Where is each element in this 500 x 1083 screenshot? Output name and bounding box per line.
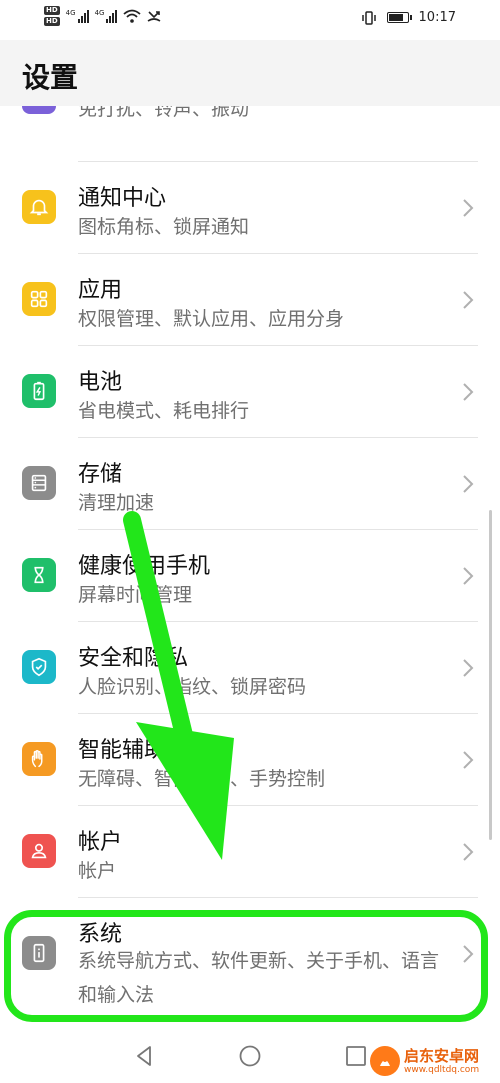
network-label-1: 4G bbox=[65, 9, 76, 17]
signal-icon-2: 4G bbox=[95, 9, 118, 23]
settings-item-subtitle: 人脸识别、指纹、锁屏密码 bbox=[78, 676, 307, 698]
person-icon bbox=[22, 834, 56, 868]
watermark-logo-icon bbox=[370, 1046, 400, 1076]
battery-icon bbox=[22, 374, 56, 408]
hand-icon bbox=[22, 742, 56, 776]
hourglass-icon bbox=[22, 558, 56, 592]
settings-item-subtitle: 免打扰、铃声、振动 bbox=[78, 106, 250, 120]
watermark-title: 启东安卓网 bbox=[404, 1047, 480, 1065]
battery-icon bbox=[386, 12, 412, 23]
watermark: 启东安卓网 www.qdltdq.com bbox=[370, 1044, 496, 1080]
settings-item-subtitle: 清理加速 bbox=[78, 492, 155, 514]
device-status: 10:17 bbox=[361, 10, 456, 25]
settings-item-subtitle: 省电模式、耗电排行 bbox=[78, 400, 250, 422]
settings-item-1[interactable]: 通知中心图标角标、锁屏通知 bbox=[0, 162, 500, 254]
wifi-icon bbox=[123, 9, 142, 23]
page-title: 设置 bbox=[22, 61, 79, 94]
settings-item-5[interactable]: 健康使用手机 屏幕时间管理 bbox=[0, 530, 500, 622]
status-bar: HD HD 4G 4G 10:17 bbox=[0, 0, 500, 40]
settings-item-title: 帐户 bbox=[78, 830, 123, 855]
settings-item-3[interactable]: 电池省电模式、耗电排行 bbox=[0, 346, 500, 438]
shield-icon bbox=[22, 650, 56, 684]
watermark-url: www.qdltdq.com bbox=[404, 1065, 480, 1075]
clock: 10:17 bbox=[418, 10, 456, 25]
settings-item-title: 安全和隐私 bbox=[78, 646, 189, 671]
back-icon[interactable] bbox=[132, 1044, 156, 1068]
recents-icon[interactable] bbox=[344, 1044, 368, 1068]
settings-item-4[interactable]: 存储 清理加速 bbox=[0, 438, 500, 530]
chevron-right-icon bbox=[463, 751, 474, 769]
settings-item-title: 智能辅助 bbox=[78, 738, 167, 763]
missed-call-icon bbox=[148, 11, 161, 22]
hd-badge-2: HD bbox=[44, 17, 60, 26]
chevron-right-icon bbox=[463, 567, 474, 585]
settings-item-subtitle: 系统导航方式、软件更新、关于手机、语言和输入法 bbox=[78, 950, 440, 1006]
signal-icon: 4G bbox=[66, 9, 89, 23]
settings-item-title: 存储 bbox=[78, 462, 123, 487]
chevron-right-icon bbox=[463, 383, 474, 401]
settings-item-title: 应用 bbox=[78, 278, 123, 303]
hd-badge-1: HD bbox=[44, 6, 60, 15]
chevron-right-icon bbox=[463, 945, 474, 963]
hd-badges: HD HD bbox=[44, 6, 60, 26]
settings-item-7[interactable]: 智能辅助无障碍、智能识屏、手势控制 bbox=[0, 714, 500, 806]
settings-item-subtitle: 帐户 bbox=[78, 860, 117, 882]
settings-item-0[interactable]: 声音免打扰、铃声、振动 bbox=[0, 106, 500, 162]
speaker-icon bbox=[22, 106, 56, 114]
apps-grid-icon bbox=[22, 282, 56, 316]
settings-item-subtitle: 屏幕时间管理 bbox=[78, 584, 193, 606]
settings-item-title: 通知中心 bbox=[78, 186, 167, 211]
settings-list[interactable]: 声音免打扰、铃声、振动通知中心图标角标、锁屏通知应用权限管理、默认应用、应用分身… bbox=[0, 106, 500, 1032]
chevron-right-icon bbox=[463, 475, 474, 493]
chevron-right-icon bbox=[463, 843, 474, 861]
settings-header: 设置 bbox=[0, 40, 500, 106]
scrollbar[interactable] bbox=[489, 510, 492, 840]
chevron-right-icon bbox=[463, 291, 474, 309]
settings-item-title: 电池 bbox=[78, 370, 123, 395]
system-info-icon bbox=[22, 936, 56, 970]
chevron-right-icon bbox=[463, 199, 474, 217]
settings-item-subtitle: 权限管理、默认应用、应用分身 bbox=[78, 308, 345, 330]
network-status: HD HD 4G 4G bbox=[44, 6, 161, 26]
settings-item-subtitle: 无障碍、智能识屏、手势控制 bbox=[78, 768, 326, 790]
vibrate-icon bbox=[361, 10, 376, 25]
network-label-2: 4G bbox=[94, 9, 105, 17]
settings-item-title: 健康使用手机 bbox=[78, 554, 211, 579]
settings-item-2[interactable]: 应用权限管理、默认应用、应用分身 bbox=[0, 254, 500, 346]
storage-icon bbox=[22, 466, 56, 500]
settings-item-subtitle: 图标角标、锁屏通知 bbox=[78, 216, 250, 238]
settings-item-6[interactable]: 安全和隐私人脸识别、指纹、锁屏密码 bbox=[0, 622, 500, 714]
home-icon[interactable] bbox=[238, 1044, 262, 1068]
settings-item-9[interactable]: 系统 系统导航方式、软件更新、关于手机、语言和输入法 bbox=[0, 898, 500, 1032]
settings-item-8[interactable]: 帐户 帐户 bbox=[0, 806, 500, 898]
chevron-right-icon bbox=[463, 659, 474, 677]
bell-icon bbox=[22, 190, 56, 224]
